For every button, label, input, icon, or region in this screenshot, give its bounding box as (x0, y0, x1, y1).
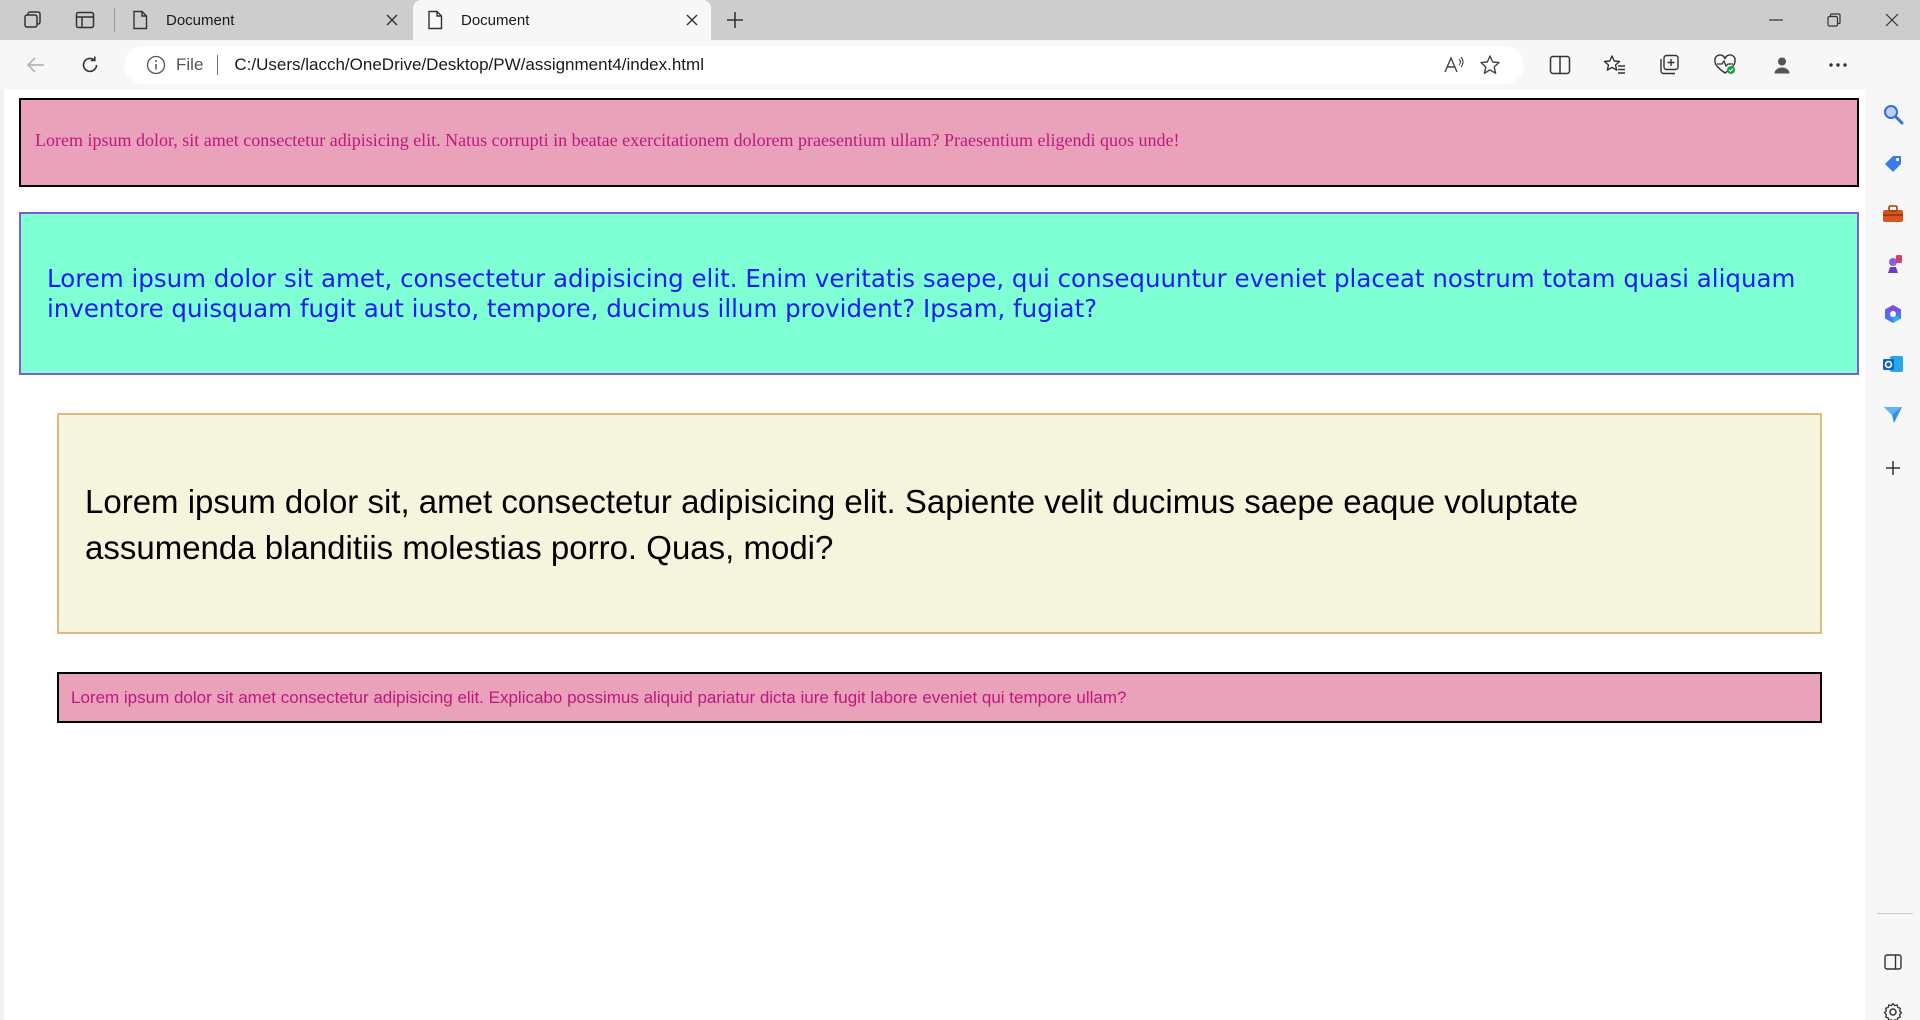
tab-title: Document (461, 11, 530, 29)
address-bar[interactable]: File C:/Users/lacch/OneDrive/Desktop/PW/… (124, 46, 1524, 84)
settings-icon[interactable] (1865, 992, 1920, 1020)
box-text: Lorem ipsum dolor sit amet consectetur a… (71, 688, 1127, 707)
hide-sidebar-icon[interactable] (1865, 942, 1920, 982)
favorite-star-icon[interactable] (1472, 48, 1508, 82)
add-icon[interactable] (1865, 448, 1920, 488)
box-text: Lorem ipsum dolor sit amet, consectetur … (47, 264, 1796, 323)
read-aloud-icon[interactable] (1436, 48, 1472, 82)
page-viewport: Lorem ipsum dolor, sit amet consectetur … (0, 90, 1865, 1020)
content-box-1: Lorem ipsum dolor, sit amet consectetur … (19, 98, 1859, 187)
collections-icon[interactable] (1650, 48, 1690, 82)
minimize-icon[interactable] (1748, 0, 1804, 40)
browser-essentials-icon[interactable] (1705, 48, 1745, 82)
profile-icon[interactable] (1762, 48, 1802, 82)
box-text: Lorem ipsum dolor, sit amet consectetur … (35, 130, 1180, 150)
close-icon[interactable] (383, 14, 401, 26)
outlook-icon[interactable] (1865, 344, 1920, 384)
shopping-icon[interactable] (1865, 144, 1920, 184)
back-icon[interactable] (18, 48, 54, 82)
tab-document-2[interactable]: Document (413, 0, 711, 40)
content-box-4: Lorem ipsum dolor sit amet consectetur a… (57, 672, 1822, 723)
address-divider (217, 55, 219, 75)
close-window-icon[interactable] (1864, 0, 1920, 40)
tab-bar: Document Document (0, 0, 1920, 40)
new-tab-icon[interactable] (720, 6, 750, 34)
refresh-icon[interactable] (72, 48, 108, 82)
restore-icon[interactable] (1806, 0, 1862, 40)
favorites-icon[interactable] (1595, 48, 1635, 82)
scheme-label: File (176, 55, 204, 74)
page-icon (132, 10, 154, 30)
tools-icon[interactable] (1865, 194, 1920, 234)
more-icon[interactable] (1818, 48, 1858, 82)
tab-separator (114, 8, 115, 32)
tab-document-1[interactable]: Document (118, 0, 411, 40)
send-icon[interactable] (1865, 394, 1920, 434)
info-icon[interactable] (146, 55, 166, 75)
content-box-3: Lorem ipsum dolor sit, amet consectetur … (57, 413, 1822, 634)
url-text[interactable]: C:/Users/lacch/OneDrive/Desktop/PW/assig… (234, 55, 1436, 75)
workspaces-icon[interactable] (18, 6, 48, 34)
microsoft-365-icon[interactable] (1865, 294, 1920, 334)
page-icon (427, 10, 449, 30)
content-box-2: Lorem ipsum dolor sit amet, consectetur … (19, 212, 1859, 375)
sidebar-divider (1877, 913, 1913, 914)
box-text: Lorem ipsum dolor sit, amet consectetur … (85, 483, 1579, 566)
split-screen-icon[interactable] (1540, 48, 1580, 82)
tab-title: Document (166, 11, 235, 29)
browser-toolbar: File C:/Users/lacch/OneDrive/Desktop/PW/… (0, 40, 1920, 90)
edge-sidebar (1865, 40, 1920, 1020)
vertical-tabs-icon[interactable] (70, 6, 100, 34)
close-icon[interactable] (683, 14, 701, 26)
search-icon[interactable] (1865, 94, 1920, 134)
games-icon[interactable] (1865, 244, 1920, 284)
